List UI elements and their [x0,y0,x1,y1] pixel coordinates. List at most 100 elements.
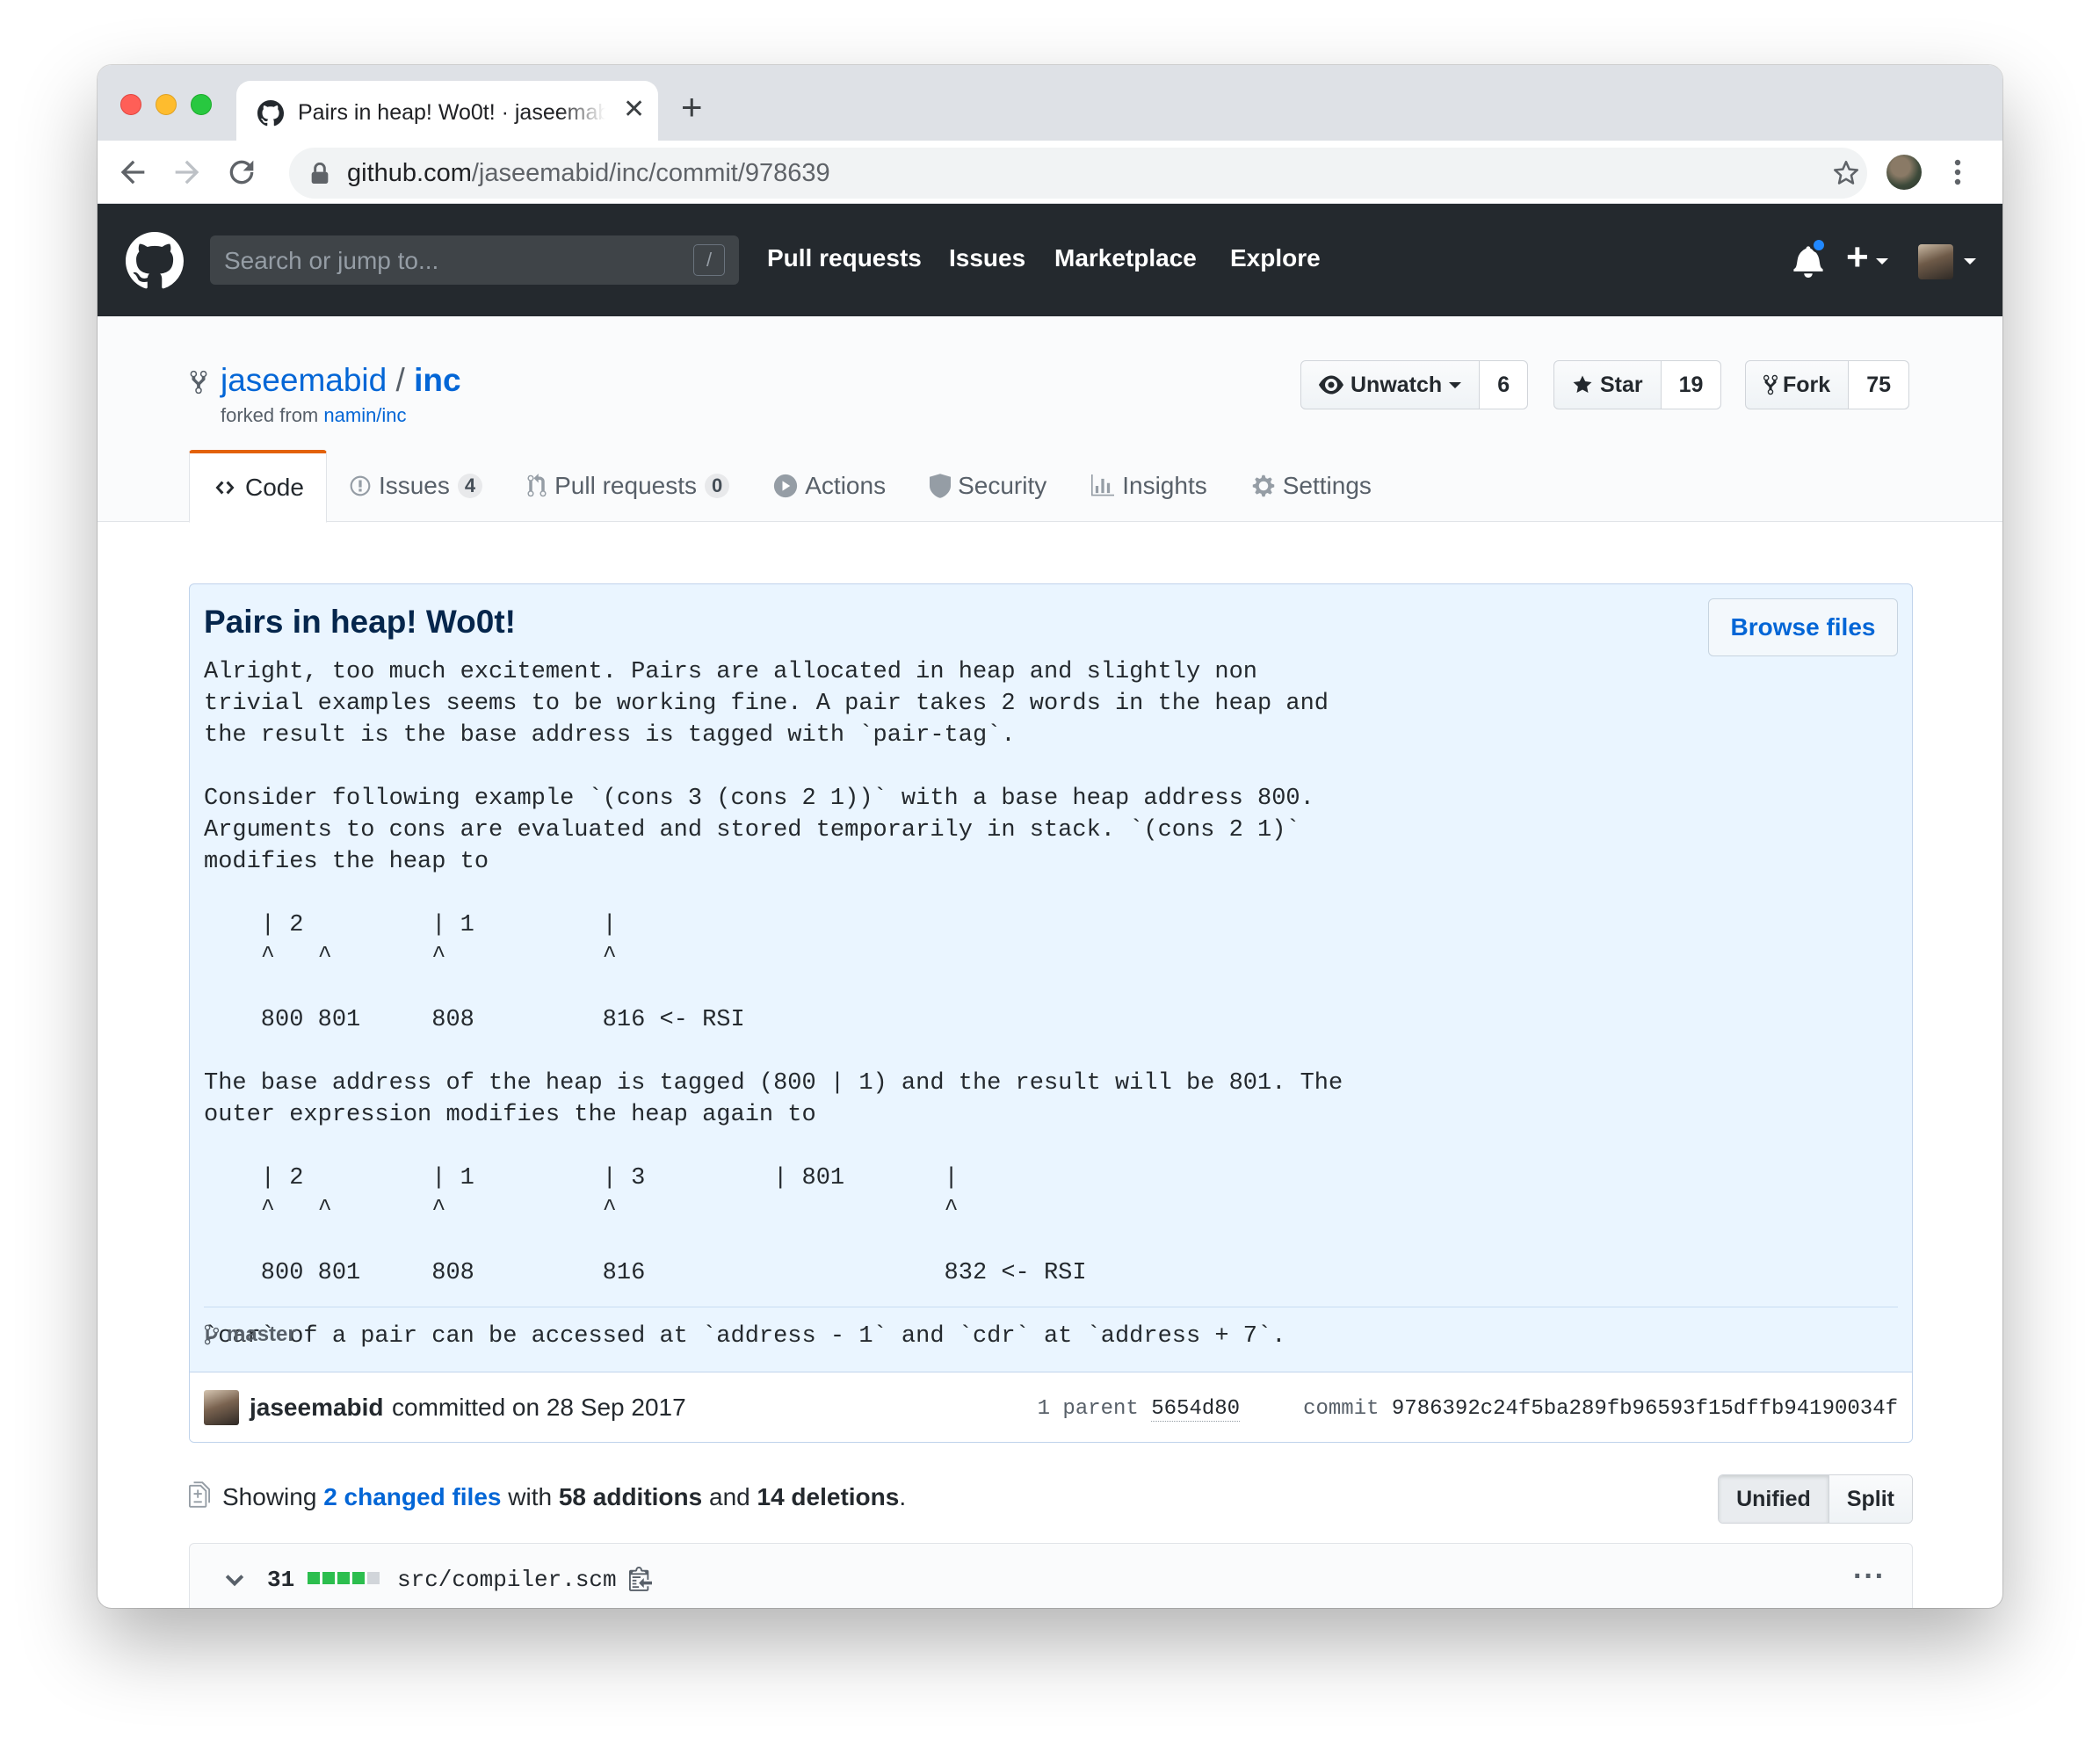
browser-tab-active[interactable]: Pairs in heap! Wo0t! · jaseemabid/inc ✕ [236,81,658,141]
github-header: Search or jump to... / Pull requests Iss… [98,204,2002,316]
unwatch-label: Unwatch [1351,372,1443,397]
nav-pull-requests[interactable]: Pull requests [767,244,922,272]
fork-label: Fork [1783,372,1831,397]
nav-explore[interactable]: Explore [1230,244,1321,272]
repo-name-link[interactable]: inc [414,362,460,398]
pulls-count-badge: 0 [705,474,730,498]
tab-security-label: Security [958,472,1047,499]
file-actions-more-icon[interactable]: ··· [1853,1560,1886,1594]
diff-view-toggle: Unified Split [1718,1474,1913,1524]
address-bar[interactable]: github.com/jaseemabid/inc/commit/978639 [289,148,1867,199]
period: . [899,1483,907,1510]
lock-icon [311,163,329,184]
repo-owner-link[interactable]: jaseemabid [221,362,387,398]
back-arrow-icon[interactable] [115,155,150,190]
commit-box: Pairs in heap! Wo0t! Browse files Alrigh… [189,583,1913,1443]
repository-head: jaseemabid / inc forked from namin/inc U… [98,316,2002,523]
tab-security[interactable]: Security [908,450,1068,522]
watch-count[interactable]: 6 [1479,361,1528,409]
parent-label: 1 parent [1037,1397,1139,1421]
changed-files-link[interactable]: 2 changed files [323,1483,501,1510]
nav-issues[interactable]: Issues [949,244,1025,272]
author-link[interactable]: jaseemabid [250,1394,384,1422]
split-button[interactable]: Split [1828,1475,1912,1523]
shield-icon [930,474,952,498]
diffstat [308,1572,380,1584]
browser-tabstrip: Pairs in heap! Wo0t! · jaseemabid/inc ✕ … [98,65,2002,141]
diffstat-block [337,1572,350,1584]
create-new-button[interactable]: + [1846,235,1869,279]
maximize-window-button[interactable] [191,94,212,115]
forked-source-link[interactable]: namin/inc [323,404,406,426]
git-branch-icon [204,1324,220,1345]
chevron-down-icon[interactable] [225,1570,244,1590]
tab-actions[interactable]: Actions [751,450,908,522]
commit-meta: jaseemabid committed on 28 Sep 2017 1 pa… [190,1372,1912,1442]
diffstat-block [308,1572,320,1584]
star-button-group: Star 19 [1553,360,1722,409]
file-change-count: 31 [267,1567,295,1593]
tab-settings[interactable]: Settings [1229,450,1394,522]
github-icon [257,100,284,127]
watch-button-group: Unwatch 6 [1300,360,1529,409]
code-icon [215,481,235,495]
tab-issues-label: Issues [378,472,450,499]
file-diff-icon[interactable] [189,1481,210,1508]
repo-title: jaseemabid / inc [221,362,461,399]
forked-from-label: forked from [221,404,319,426]
diff-summary: Showing 2 changed files with 58 addition… [189,1474,1913,1524]
commit-description: Alright, too much excitement. Pairs are … [204,659,1343,1350]
parent-sha-link[interactable]: 5654d80 [1151,1397,1241,1422]
repo-forked-icon [190,370,207,395]
star-icon [1573,375,1592,393]
tab-pull-requests-label: Pull requests [554,472,697,499]
tab-pull-requests[interactable]: Pull requests 0 [504,450,751,522]
author-avatar[interactable] [204,1390,239,1425]
new-tab-button[interactable]: + [681,89,703,126]
reload-icon[interactable] [224,155,259,190]
diffstat-block [322,1572,335,1584]
tab-issues[interactable]: Issues 4 [327,450,504,522]
star-button[interactable]: Star [1554,361,1661,409]
tab-actions-label: Actions [805,472,887,499]
branch-link[interactable]: master [204,1322,296,1347]
diffstat-block [352,1572,365,1584]
commit-title: Pairs in heap! Wo0t! [204,604,516,640]
fork-button[interactable]: Fork [1746,361,1848,409]
browse-files-button[interactable]: Browse files [1708,598,1898,656]
minimize-window-button[interactable] [156,94,177,115]
forward-arrow-icon[interactable] [170,155,205,190]
file-path-link[interactable]: src/compiler.scm [397,1567,617,1593]
unified-button[interactable]: Unified [1719,1475,1829,1523]
search-input[interactable]: Search or jump to... / [210,235,739,285]
user-menu-caret-icon [1964,258,1976,264]
tab-insights[interactable]: Insights [1068,450,1229,522]
branch-label: master [227,1322,296,1346]
commit-shas: 1 parent 5654d80 commit 9786392c24f5ba28… [1037,1397,1898,1422]
nav-marketplace[interactable]: Marketplace [1054,244,1197,272]
file-header: 31 src/compiler.scm ··· [189,1543,1913,1608]
browser-profile-avatar[interactable] [1886,155,1922,190]
tab-code[interactable]: Code [189,450,327,523]
git-pull-request-icon [527,474,547,497]
bookmark-star-icon[interactable] [1831,158,1861,188]
create-new-caret-icon [1876,258,1888,264]
star-count[interactable]: 19 [1660,361,1721,409]
github-mark-icon[interactable] [126,232,184,290]
diffstat-block [367,1572,380,1584]
clippy-icon[interactable] [629,1565,652,1591]
browser-toolbar: github.com/jaseemabid/inc/commit/978639 [98,141,2002,204]
diff-summary-text: Showing 2 changed files with 58 addition… [222,1483,906,1511]
user-avatar[interactable] [1918,244,1953,279]
fork-count[interactable]: 75 [1848,361,1908,409]
close-window-button[interactable] [120,94,141,115]
and-label: and [709,1483,750,1510]
fork-button-group: Fork 75 [1745,360,1909,409]
commit-date: committed on 28 Sep 2017 [392,1394,686,1421]
eye-icon [1319,375,1343,395]
browser-menu-icon[interactable] [1953,155,1962,190]
tab-close-icon[interactable]: ✕ [623,97,645,123]
unwatch-button[interactable]: Unwatch [1301,361,1479,409]
forked-from: forked from namin/inc [221,404,407,427]
browser-window: Pairs in heap! Wo0t! · jaseemabid/inc ✕ … [98,65,2002,1608]
